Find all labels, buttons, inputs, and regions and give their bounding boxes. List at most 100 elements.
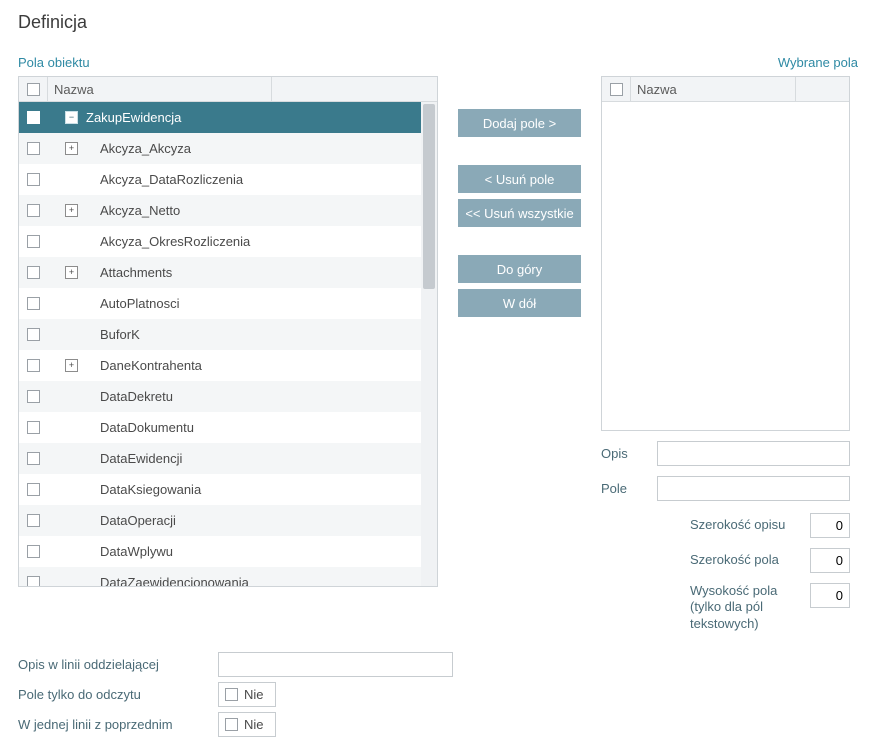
row-label: Akcyza_DataRozliczenia [84, 172, 437, 187]
left-grid-scrollbar-thumb[interactable] [423, 104, 435, 289]
sameline-boolbox[interactable]: Nie [218, 712, 276, 737]
row-label: DataEwidencji [84, 451, 437, 466]
wys-pola-input[interactable] [810, 583, 850, 608]
row-checkbox[interactable] [27, 266, 40, 279]
pole-input[interactable] [657, 476, 850, 501]
table-row[interactable]: DataWplywu [19, 536, 437, 567]
wys-pola-label: Wysokość pola (tylko dla pól tekstowych) [690, 583, 810, 632]
row-checkbox[interactable] [27, 514, 40, 527]
row-checkbox[interactable] [27, 328, 40, 341]
left-grid-scrollbar[interactable] [421, 102, 437, 586]
pole-label: Pole [601, 481, 657, 496]
expand-icon[interactable]: + [65, 142, 78, 155]
readonly-value: Nie [244, 687, 264, 702]
row-checkbox[interactable] [27, 421, 40, 434]
row-checkbox[interactable] [27, 576, 40, 586]
section-header-left: Pola obiektu [18, 55, 90, 70]
row-checkbox-cell [19, 297, 48, 310]
row-label: AutoPlatnosci [84, 296, 437, 311]
row-checkbox-cell [19, 328, 48, 341]
szer-pola-label: Szerokość pola [690, 552, 810, 568]
row-expander-cell: + [48, 142, 84, 155]
table-row[interactable]: + Attachments [19, 257, 437, 288]
table-row[interactable]: DataEwidencji [19, 443, 437, 474]
row-label: Akcyza_Netto [84, 203, 437, 218]
row-checkbox[interactable] [27, 111, 40, 124]
szer-opisu-input[interactable] [810, 513, 850, 538]
row-label: Attachments [84, 265, 437, 280]
row-checkbox-cell [19, 452, 48, 465]
table-row[interactable]: BuforK [19, 319, 437, 350]
sameline-value: Nie [244, 717, 264, 732]
expand-icon[interactable]: + [65, 359, 78, 372]
szer-opisu-label: Szerokość opisu [690, 517, 810, 533]
row-checkbox-cell [19, 266, 48, 279]
left-grid-select-all-checkbox[interactable] [27, 83, 40, 96]
row-label: DaneKontrahenta [84, 358, 437, 373]
expand-icon[interactable]: + [65, 266, 78, 279]
row-checkbox[interactable] [27, 483, 40, 496]
left-grid-header-checkbox-cell [19, 77, 48, 101]
left-grid-header-spacer [272, 77, 437, 101]
table-row[interactable]: DataDekretu [19, 381, 437, 412]
row-checkbox[interactable] [27, 204, 40, 217]
sameline-label: W jednej linii z poprzednim [18, 717, 218, 732]
add-field-button[interactable]: Dodaj pole > [458, 109, 581, 137]
row-expander-cell: + [48, 359, 84, 372]
row-checkbox-cell [19, 204, 48, 217]
readonly-checkbox[interactable] [225, 688, 238, 701]
row-label: BuforK [84, 327, 437, 342]
right-grid-header-checkbox-cell [602, 77, 631, 101]
move-up-button[interactable]: Do góry [458, 255, 581, 283]
collapse-icon[interactable]: − [65, 111, 78, 124]
right-grid-body [602, 102, 849, 430]
table-row[interactable]: AutoPlatnosci [19, 288, 437, 319]
right-grid-header-name[interactable]: Nazwa [631, 77, 796, 101]
row-checkbox[interactable] [27, 359, 40, 372]
opis-input[interactable] [657, 441, 850, 466]
opis-label: Opis [601, 446, 657, 461]
readonly-boolbox[interactable]: Nie [218, 682, 276, 707]
row-checkbox[interactable] [27, 173, 40, 186]
expand-icon[interactable]: + [65, 204, 78, 217]
row-expander-cell: + [48, 204, 84, 217]
row-checkbox[interactable] [27, 142, 40, 155]
remove-all-button[interactable]: << Usuń wszystkie [458, 199, 581, 227]
table-row[interactable]: Akcyza_DataRozliczenia [19, 164, 437, 195]
table-row[interactable]: + DaneKontrahenta [19, 350, 437, 381]
row-checkbox-cell [19, 421, 48, 434]
table-row[interactable]: DataZaewidencjonowania [19, 567, 437, 586]
table-row[interactable]: DataKsiegowania [19, 474, 437, 505]
left-grid-header: Nazwa [19, 77, 437, 102]
szer-pola-input[interactable] [810, 548, 850, 573]
table-row[interactable]: −ZakupEwidencja [19, 102, 437, 133]
table-row[interactable]: + Akcyza_Akcyza [19, 133, 437, 164]
row-checkbox[interactable] [27, 297, 40, 310]
row-checkbox-cell [19, 514, 48, 527]
row-checkbox[interactable] [27, 545, 40, 558]
page-title: Definicja [18, 12, 858, 33]
remove-field-button[interactable]: < Usuń pole [458, 165, 581, 193]
left-grid-header-name[interactable]: Nazwa [48, 77, 272, 101]
right-grid-select-all-checkbox[interactable] [610, 83, 623, 96]
bottom-form: Opis w linii oddzielającej Pole tylko do… [18, 650, 858, 740]
row-checkbox[interactable] [27, 235, 40, 248]
row-checkbox[interactable] [27, 390, 40, 403]
table-row[interactable]: + Akcyza_Netto [19, 195, 437, 226]
row-checkbox[interactable] [27, 452, 40, 465]
move-down-button[interactable]: W dół [458, 289, 581, 317]
row-expander-cell: − [48, 111, 84, 124]
row-checkbox-cell [19, 576, 48, 586]
row-checkbox-cell [19, 235, 48, 248]
row-checkbox-cell [19, 359, 48, 372]
readonly-label: Pole tylko do odczytu [18, 687, 218, 702]
row-label: DataWplywu [84, 544, 437, 559]
row-label: DataDekretu [84, 389, 437, 404]
separator-line-input[interactable] [218, 652, 453, 677]
row-label: ZakupEwidencja [84, 110, 437, 125]
sameline-checkbox[interactable] [225, 718, 238, 731]
table-row[interactable]: DataOperacji [19, 505, 437, 536]
table-row[interactable]: Akcyza_OkresRozliczenia [19, 226, 437, 257]
table-row[interactable]: DataDokumentu [19, 412, 437, 443]
row-label: Akcyza_Akcyza [84, 141, 437, 156]
